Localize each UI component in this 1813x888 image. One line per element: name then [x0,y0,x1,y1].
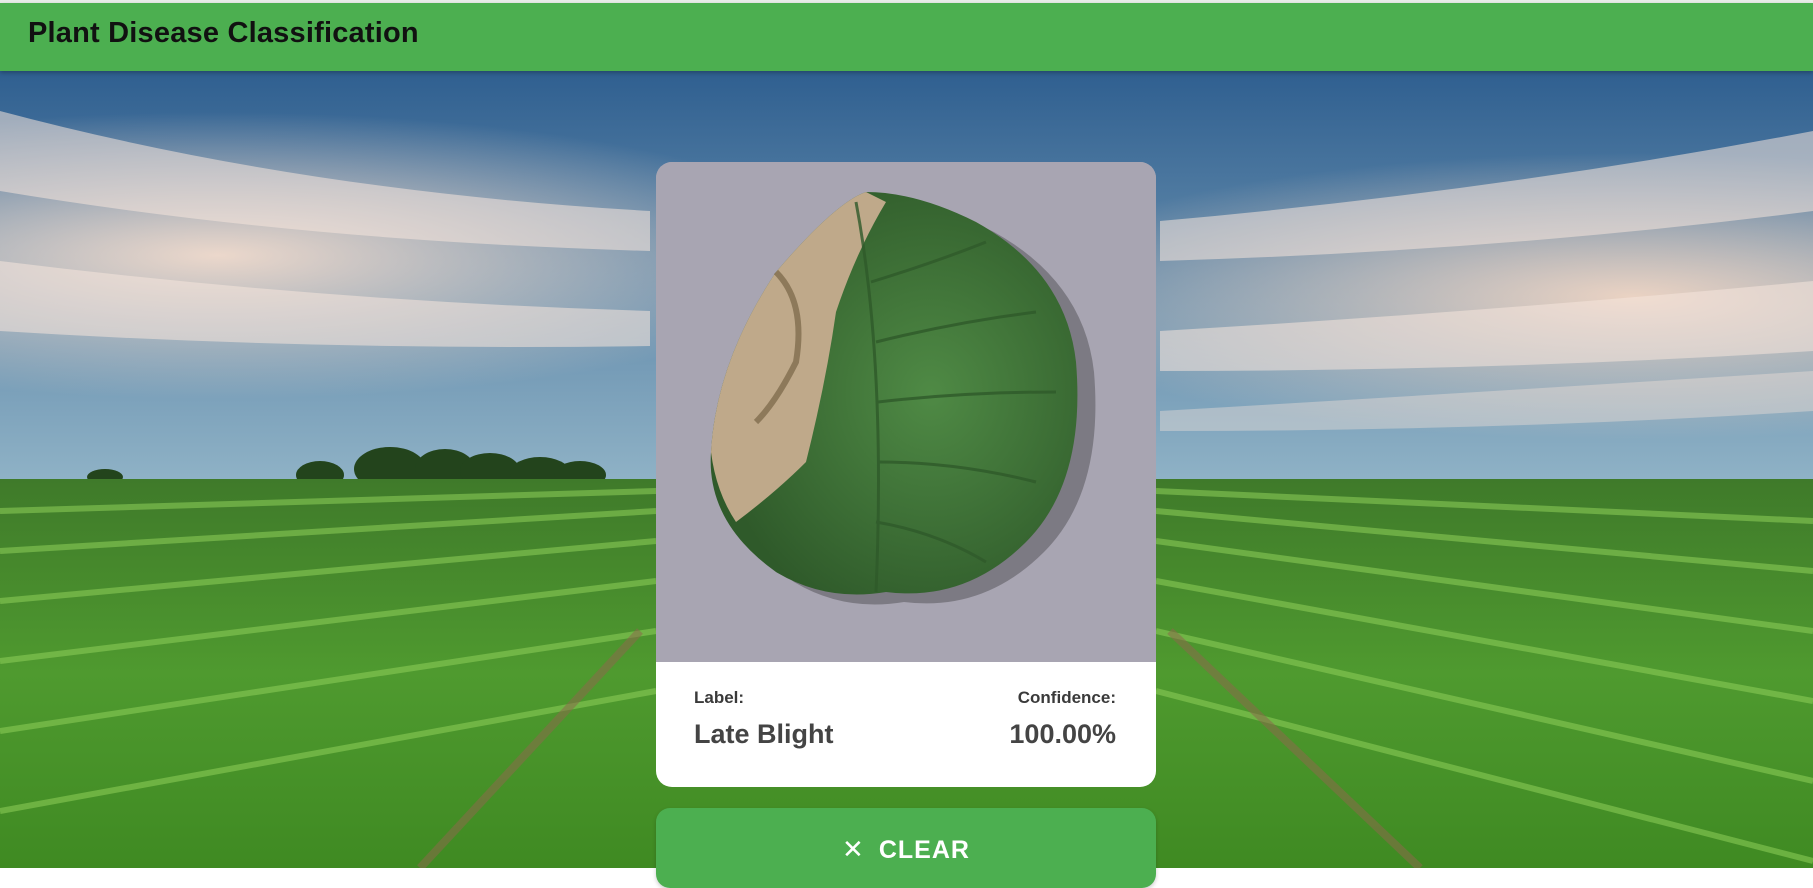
app-title: Plant Disease Classification [28,17,419,49]
clear-button[interactable]: ✕ CLEAR [656,808,1156,888]
close-icon: ✕ [842,834,865,864]
label-value: Late Blight [694,719,834,749]
app-bar: Plant Disease Classification [0,3,1813,71]
clear-button-label: CLEAR [878,836,970,864]
clear-button-content: ✕ CLEAR [656,834,1156,865]
result-panel: Label: Late Blight Confidence: 100.00% [656,662,1156,787]
uploaded-leaf-image [656,162,1156,662]
confidence-heading: Confidence: [1017,688,1116,707]
label-heading: Label: [694,688,745,707]
confidence-value: 100.00% [1009,719,1116,749]
